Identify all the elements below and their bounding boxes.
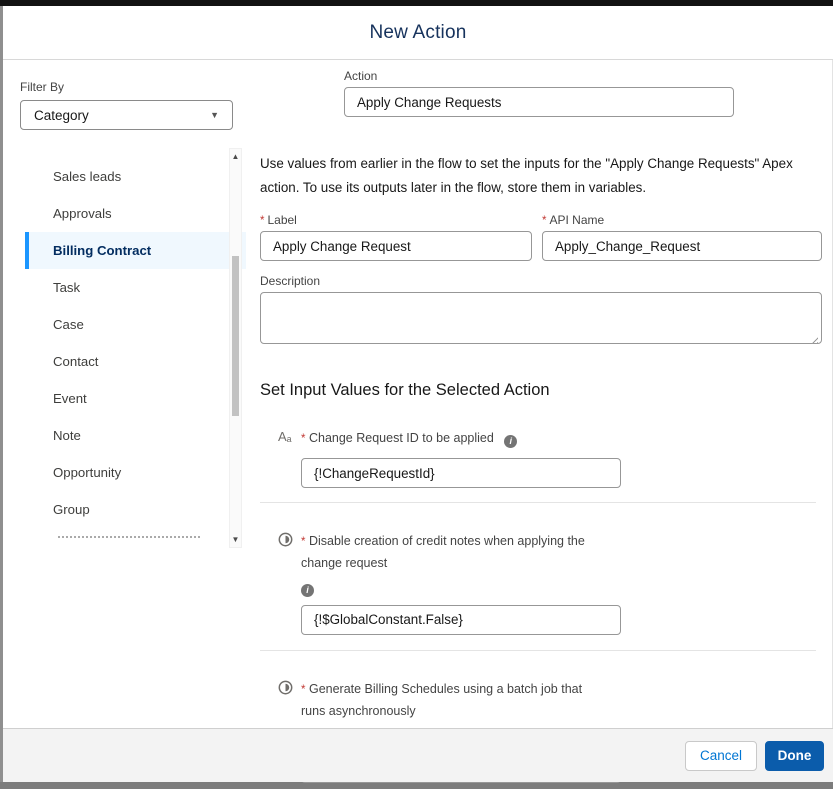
intro-text: Use values from earlier in the flow to s…: [260, 152, 833, 200]
boolean-toggle-icon: [278, 531, 301, 635]
change-request-id-input[interactable]: [301, 458, 621, 488]
text-type-icon: Aₐ: [278, 428, 301, 488]
label-field-label: * Label: [260, 213, 532, 227]
required-asterisk: *: [542, 215, 546, 227]
row-divider: [260, 650, 816, 651]
scroll-up-icon[interactable]: ▲: [230, 152, 241, 161]
required-asterisk: *: [260, 215, 264, 227]
background-bottom-strip: [0, 782, 833, 789]
set-input-values-heading: Set Input Values for the Selected Action: [260, 381, 833, 400]
label-field-group: * Label: [260, 213, 532, 261]
disable-credit-notes-input[interactable]: [301, 605, 621, 635]
sidebar-scrollbar-thumb[interactable]: [232, 256, 239, 416]
category-select[interactable]: Category ▼: [20, 100, 233, 130]
category-item-billing-contract[interactable]: Billing Contract: [25, 232, 246, 269]
label-apiname-row: * Label * API Name: [260, 213, 822, 261]
modal-header: New Action: [3, 6, 833, 60]
input-row-change-request-id: Aₐ * Change Request ID to be applied i: [278, 428, 833, 488]
modal-body: Filter By Category ▼ Sales leads Approva…: [3, 60, 830, 728]
new-action-modal: New Action Filter By Category ▼ Sales le…: [0, 0, 833, 789]
action-panel: Action Use values from earlier in the fl…: [246, 60, 833, 728]
scroll-down-icon[interactable]: ▼: [230, 535, 241, 544]
required-asterisk: *: [301, 536, 305, 548]
input-row-disable-credit-notes: * Disable creation of credit notes when …: [278, 531, 833, 635]
api-name-input[interactable]: [542, 231, 822, 261]
sidebar-scrollbar[interactable]: ▲ ▼: [229, 148, 242, 548]
action-label: Action: [344, 69, 734, 83]
chevron-down-icon: ▼: [210, 110, 219, 120]
action-input[interactable]: [344, 87, 734, 117]
category-select-value: Category: [34, 108, 89, 123]
category-item-case[interactable]: Case: [25, 306, 246, 343]
category-sidebar: Filter By Category ▼ Sales leads Approva…: [3, 60, 246, 728]
category-item-sales-leads[interactable]: Sales leads: [25, 158, 246, 195]
action-field-group: Action: [344, 69, 734, 117]
modal-footer: Cancel Done: [3, 728, 833, 782]
description-textarea[interactable]: [260, 292, 822, 344]
category-item-task[interactable]: Task: [25, 269, 246, 306]
required-asterisk: *: [301, 433, 305, 445]
done-button[interactable]: Done: [765, 741, 824, 771]
input-row-label: * Change Request ID to be applied i: [301, 428, 621, 450]
category-item-approvals[interactable]: Approvals: [25, 195, 246, 232]
input-row-label: * Generate Billing Schedules using a bat…: [301, 679, 603, 723]
row-divider: [260, 502, 816, 503]
cancel-button[interactable]: Cancel: [685, 741, 757, 771]
category-list: Sales leads Approvals Billing Contract T…: [25, 150, 246, 540]
modal-title: New Action: [369, 22, 466, 44]
api-name-label: * API Name: [542, 213, 822, 227]
description-label: Description: [260, 274, 822, 288]
description-textarea-wrap: [260, 292, 822, 349]
required-asterisk: *: [301, 684, 305, 696]
label-input[interactable]: [260, 231, 532, 261]
category-item-opportunity[interactable]: Opportunity: [25, 454, 246, 491]
info-icon[interactable]: i: [301, 584, 314, 597]
filter-by-label: Filter By: [20, 80, 246, 94]
category-item-contact[interactable]: Contact: [25, 343, 246, 380]
input-row-label: * Disable creation of credit notes when …: [301, 531, 603, 575]
category-item-note[interactable]: Note: [25, 417, 246, 454]
category-item-group[interactable]: Group: [25, 491, 246, 528]
row-body: * Change Request ID to be applied i: [301, 428, 621, 488]
row-body: * Disable creation of credit notes when …: [301, 531, 621, 635]
category-item-event[interactable]: Event: [25, 380, 246, 417]
info-icon[interactable]: i: [504, 435, 517, 448]
api-name-field-group: * API Name: [542, 213, 822, 261]
category-item-partially-visible[interactable]: [58, 536, 200, 540]
description-field-group: Description: [260, 274, 822, 349]
